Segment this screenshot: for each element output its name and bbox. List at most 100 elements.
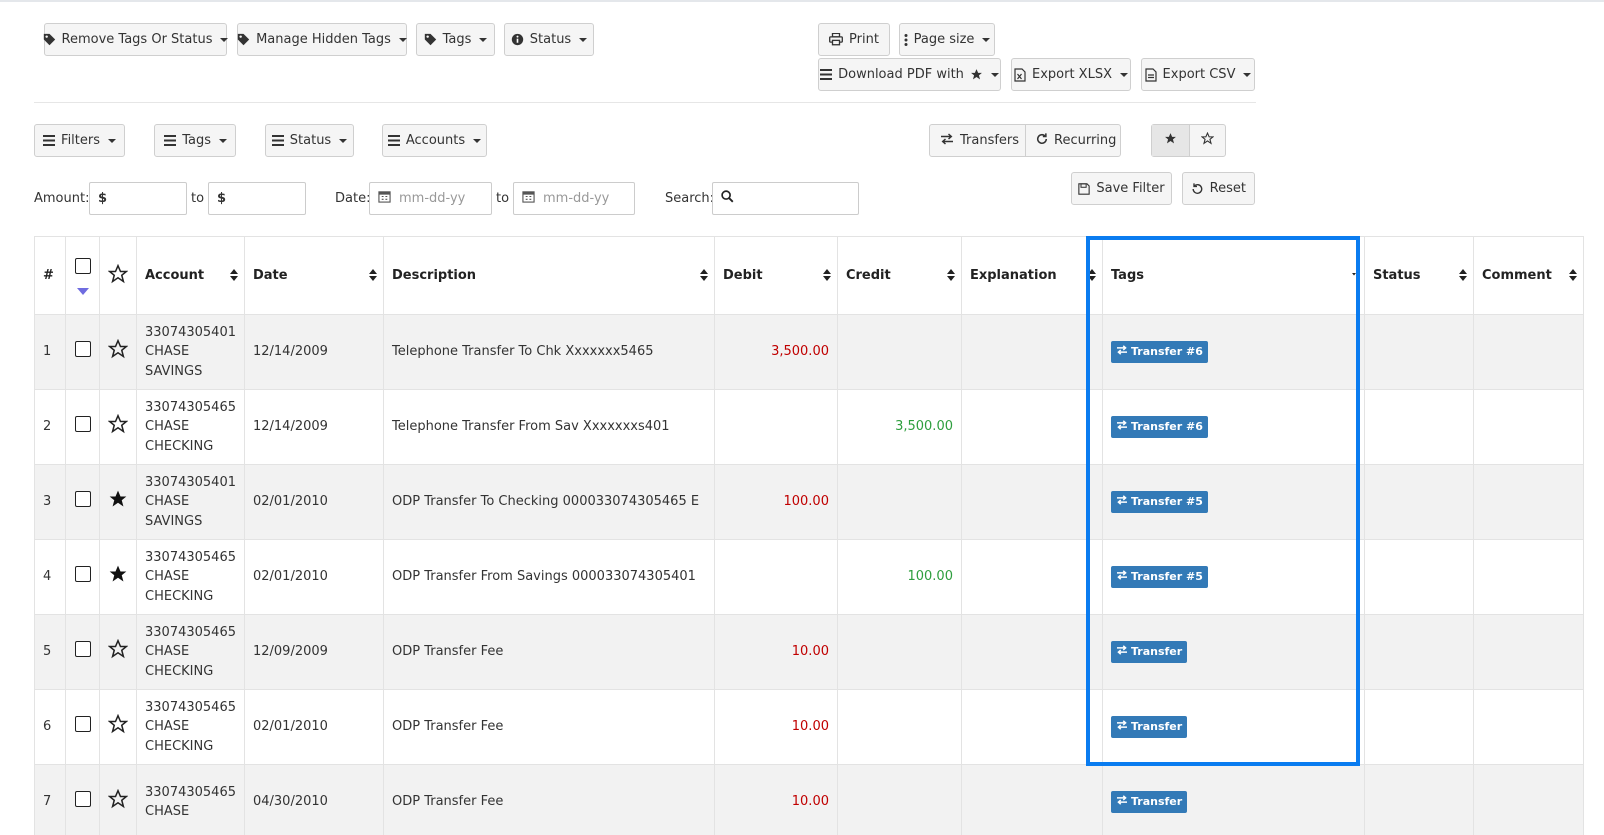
export-xlsx-button[interactable]: Export XLSX [1011,58,1131,91]
star-filled-icon [970,68,983,82]
star-filled-icon [1164,132,1177,149]
status-filter-dropdown[interactable]: Status [265,124,354,157]
row-checkbox[interactable] [74,490,91,507]
table-row[interactable]: 7 33074305465 CHASE 04/30/2010 ODP Transfer… [34,764,1584,835]
transfer-tag[interactable]: Transfer [1110,791,1188,813]
row-star-cell[interactable] [99,689,137,765]
dollar-icon: $ [98,191,108,206]
row-checkbox[interactable] [74,340,91,357]
col-header-status[interactable]: Status [1363,236,1474,315]
row-star-cell[interactable] [99,389,137,465]
col-header-date[interactable]: Date [243,236,384,315]
accounts-filter-dropdown[interactable]: Accounts [382,124,487,157]
row-select-cell[interactable] [65,464,100,540]
save-filter-button[interactable]: Save Filter [1071,172,1172,205]
account-header-label: Account [145,268,205,283]
row-select-cell[interactable] [65,389,100,465]
transfer-tag[interactable]: Transfer [1110,641,1188,663]
recurring-toggle[interactable]: Recurring [1025,125,1126,156]
transfer-tag[interactable]: Transfer #6 [1110,416,1208,438]
export-csv-button[interactable]: Export CSV [1141,58,1255,91]
download-pdf-button[interactable]: Download PDF with [818,58,1001,91]
sort-icon [229,269,238,281]
page-size-button[interactable]: Page size [899,23,995,56]
row-star-cell[interactable] [99,614,137,690]
starred-filter-toggle[interactable] [1152,125,1189,156]
transfers-label: Transfers [960,133,1020,148]
row-checkbox[interactable] [74,640,91,657]
row-select-cell[interactable] [65,314,100,390]
table-row[interactable]: 5 33074305465 CHASE CHECKING 12/09/2009 ODP… [34,614,1584,690]
row-checkbox[interactable] [74,565,91,582]
table-row[interactable]: 6 33074305465 CHASE CHECKING 02/01/2010 ODP… [34,689,1584,765]
description-cell: Telephone Transfer To Chk Xxxxxxx5465 [382,314,715,390]
search-input[interactable] [712,182,859,215]
row-checkbox[interactable] [74,715,91,732]
row-star-cell[interactable] [99,539,137,615]
star-outline-icon[interactable] [107,788,129,813]
row-star-cell[interactable] [99,764,137,835]
exchange-icon [1116,567,1128,587]
row-number: 4 [34,539,66,615]
star-outline-icon[interactable] [107,638,129,663]
filters-dropdown[interactable]: Filters [34,124,125,157]
star-outline-icon[interactable] [107,713,129,738]
row-select-cell[interactable] [65,539,100,615]
status-action-button[interactable]: Status [504,23,594,56]
reset-button[interactable]: Reset [1182,172,1255,205]
star-outline-icon[interactable] [107,338,129,363]
row-checkbox[interactable] [74,790,91,807]
tags-filter-dropdown[interactable]: Tags [154,124,236,157]
tags-action-button[interactable]: Tags [416,23,495,56]
export-xlsx-label: Export XLSX [1032,67,1112,82]
col-header-account[interactable]: Account [136,236,245,315]
status-cell [1363,689,1474,765]
print-button[interactable]: Print [818,23,890,56]
unstarred-filter-toggle[interactable] [1189,125,1225,156]
date-to-input[interactable]: mm-dd-yy [513,182,635,215]
star-outline-icon[interactable] [107,413,129,438]
amount-max-input[interactable]: $ [208,182,306,215]
row-star-cell[interactable] [99,314,137,390]
remove-tags-button[interactable]: Remove Tags Or Status [43,23,229,56]
row-number: 5 [34,614,66,690]
table-row[interactable]: 3 33074305401 CHASE SAVINGS 02/01/2010 ODP … [34,464,1584,540]
transfers-toggle[interactable]: Transfers [930,125,1025,156]
row-star-cell[interactable] [99,464,137,540]
debit-cell [713,539,838,615]
save-icon [1078,182,1091,196]
transfer-tag[interactable]: Transfer #6 [1110,341,1208,363]
sort-icon [368,269,377,281]
date-from-input[interactable]: mm-dd-yy [369,182,492,215]
star-filled-icon[interactable] [108,565,128,588]
transfer-tag[interactable]: Transfer [1110,716,1188,738]
table-row[interactable]: 2 33074305465 CHASE CHECKING 12/14/2009 Tel… [34,389,1584,465]
col-header-explanation[interactable]: Explanation [960,236,1103,315]
caret-down-icon [1120,72,1128,77]
row-select-cell[interactable] [65,614,100,690]
table-row[interactable]: 1 33074305401 CHASE SAVINGS 12/14/2009 Tele… [34,314,1584,390]
col-header-description[interactable]: Description [382,236,715,315]
star-filled-icon[interactable] [108,490,128,513]
select-all-checkbox[interactable] [74,258,91,274]
col-header-select[interactable] [65,236,100,315]
amount-min-input[interactable]: $ [89,182,187,215]
col-header-star[interactable] [99,236,137,315]
col-header-tags[interactable]: Tags [1101,236,1365,315]
menu-lines-icon [387,134,400,148]
credit-cell: 3,500.00 [836,389,962,465]
status-cell [1363,389,1474,465]
row-select-cell[interactable] [65,689,100,765]
transfer-tag[interactable]: Transfer #5 [1110,566,1208,588]
manage-hidden-tags-button[interactable]: Manage Hidden Tags [237,23,407,56]
col-header-comment[interactable]: Comment [1472,236,1584,315]
row-checkbox[interactable] [74,415,91,432]
col-header-credit[interactable]: Credit [836,236,962,315]
transfer-tag[interactable]: Transfer #5 [1110,491,1208,513]
row-select-cell[interactable] [65,764,100,835]
col-header-debit[interactable]: Debit [713,236,838,315]
tags-cell: Transfer #6 [1101,314,1365,390]
table-row[interactable]: 4 33074305465 CHASE CHECKING 02/01/2010 ODP… [34,539,1584,615]
toolbar-divider [34,102,1256,103]
sort-icon [1458,269,1467,281]
